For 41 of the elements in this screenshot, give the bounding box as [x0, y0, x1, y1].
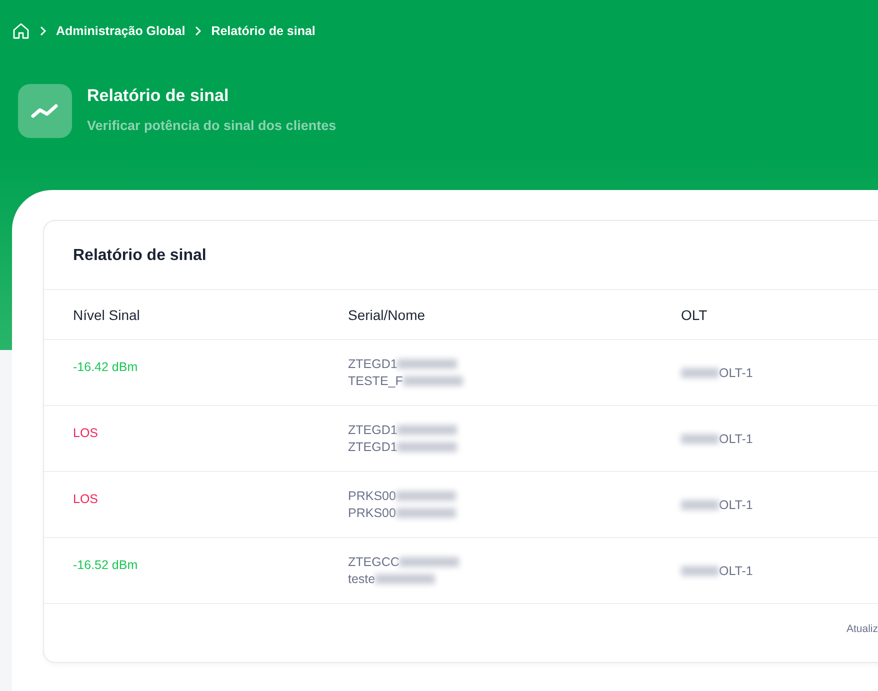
- signal-level: LOS: [73, 426, 98, 440]
- home-icon[interactable]: [12, 22, 30, 40]
- redaction-block: [402, 376, 463, 386]
- serial-text: ZTEGD1: [348, 357, 398, 371]
- olt-name: OLT-1: [719, 564, 753, 578]
- chevron-icon: [193, 26, 204, 36]
- redaction-block: [397, 359, 458, 369]
- olt-name: OLT-1: [719, 498, 753, 512]
- page-subtitle: Verificar potência do sinal dos clientes: [87, 118, 336, 133]
- olt-name: OLT-1: [719, 432, 753, 446]
- redaction-block: [399, 557, 460, 567]
- redaction-block: [681, 368, 719, 378]
- redaction-block: [396, 491, 456, 501]
- redaction-block: [397, 425, 458, 435]
- chevron-icon: [38, 26, 48, 36]
- client-name: PRKS00: [348, 506, 396, 520]
- redaction-block: [681, 566, 719, 576]
- signal-level: -16.52 dBm: [73, 558, 138, 572]
- olt-name: OLT-1: [719, 366, 753, 380]
- redaction-block: [396, 508, 456, 518]
- page-title: Relatório de sinal: [87, 86, 230, 106]
- client-name: TESTE_F: [348, 374, 403, 388]
- redaction-block: [681, 434, 719, 444]
- redaction-block: [681, 500, 719, 510]
- signal-level: -16.42 dBm: [73, 360, 138, 374]
- card-title: Relatório de sinal: [44, 221, 878, 290]
- breadcrumb-link[interactable]: Administração Global: [56, 24, 186, 38]
- serial-text: ZTEGCC: [348, 555, 400, 569]
- signal-level: LOS: [73, 492, 98, 506]
- serial-text: PRKS00: [348, 489, 396, 503]
- column-header: OLT: [681, 306, 708, 322]
- chart-badge-icon: [18, 84, 72, 138]
- updated-text: Atualiz: [846, 623, 878, 635]
- breadcrumb-link[interactable]: Relatório de sinal: [211, 24, 316, 38]
- client-name: ZTEGD1: [348, 440, 398, 454]
- column-header: Serial/Nome: [348, 306, 426, 322]
- serial-text: ZTEGD1: [348, 423, 398, 437]
- column-header: Nível Sinal: [73, 306, 141, 322]
- redaction-block: [375, 574, 436, 584]
- redaction-block: [397, 442, 458, 452]
- client-name: teste: [348, 572, 376, 586]
